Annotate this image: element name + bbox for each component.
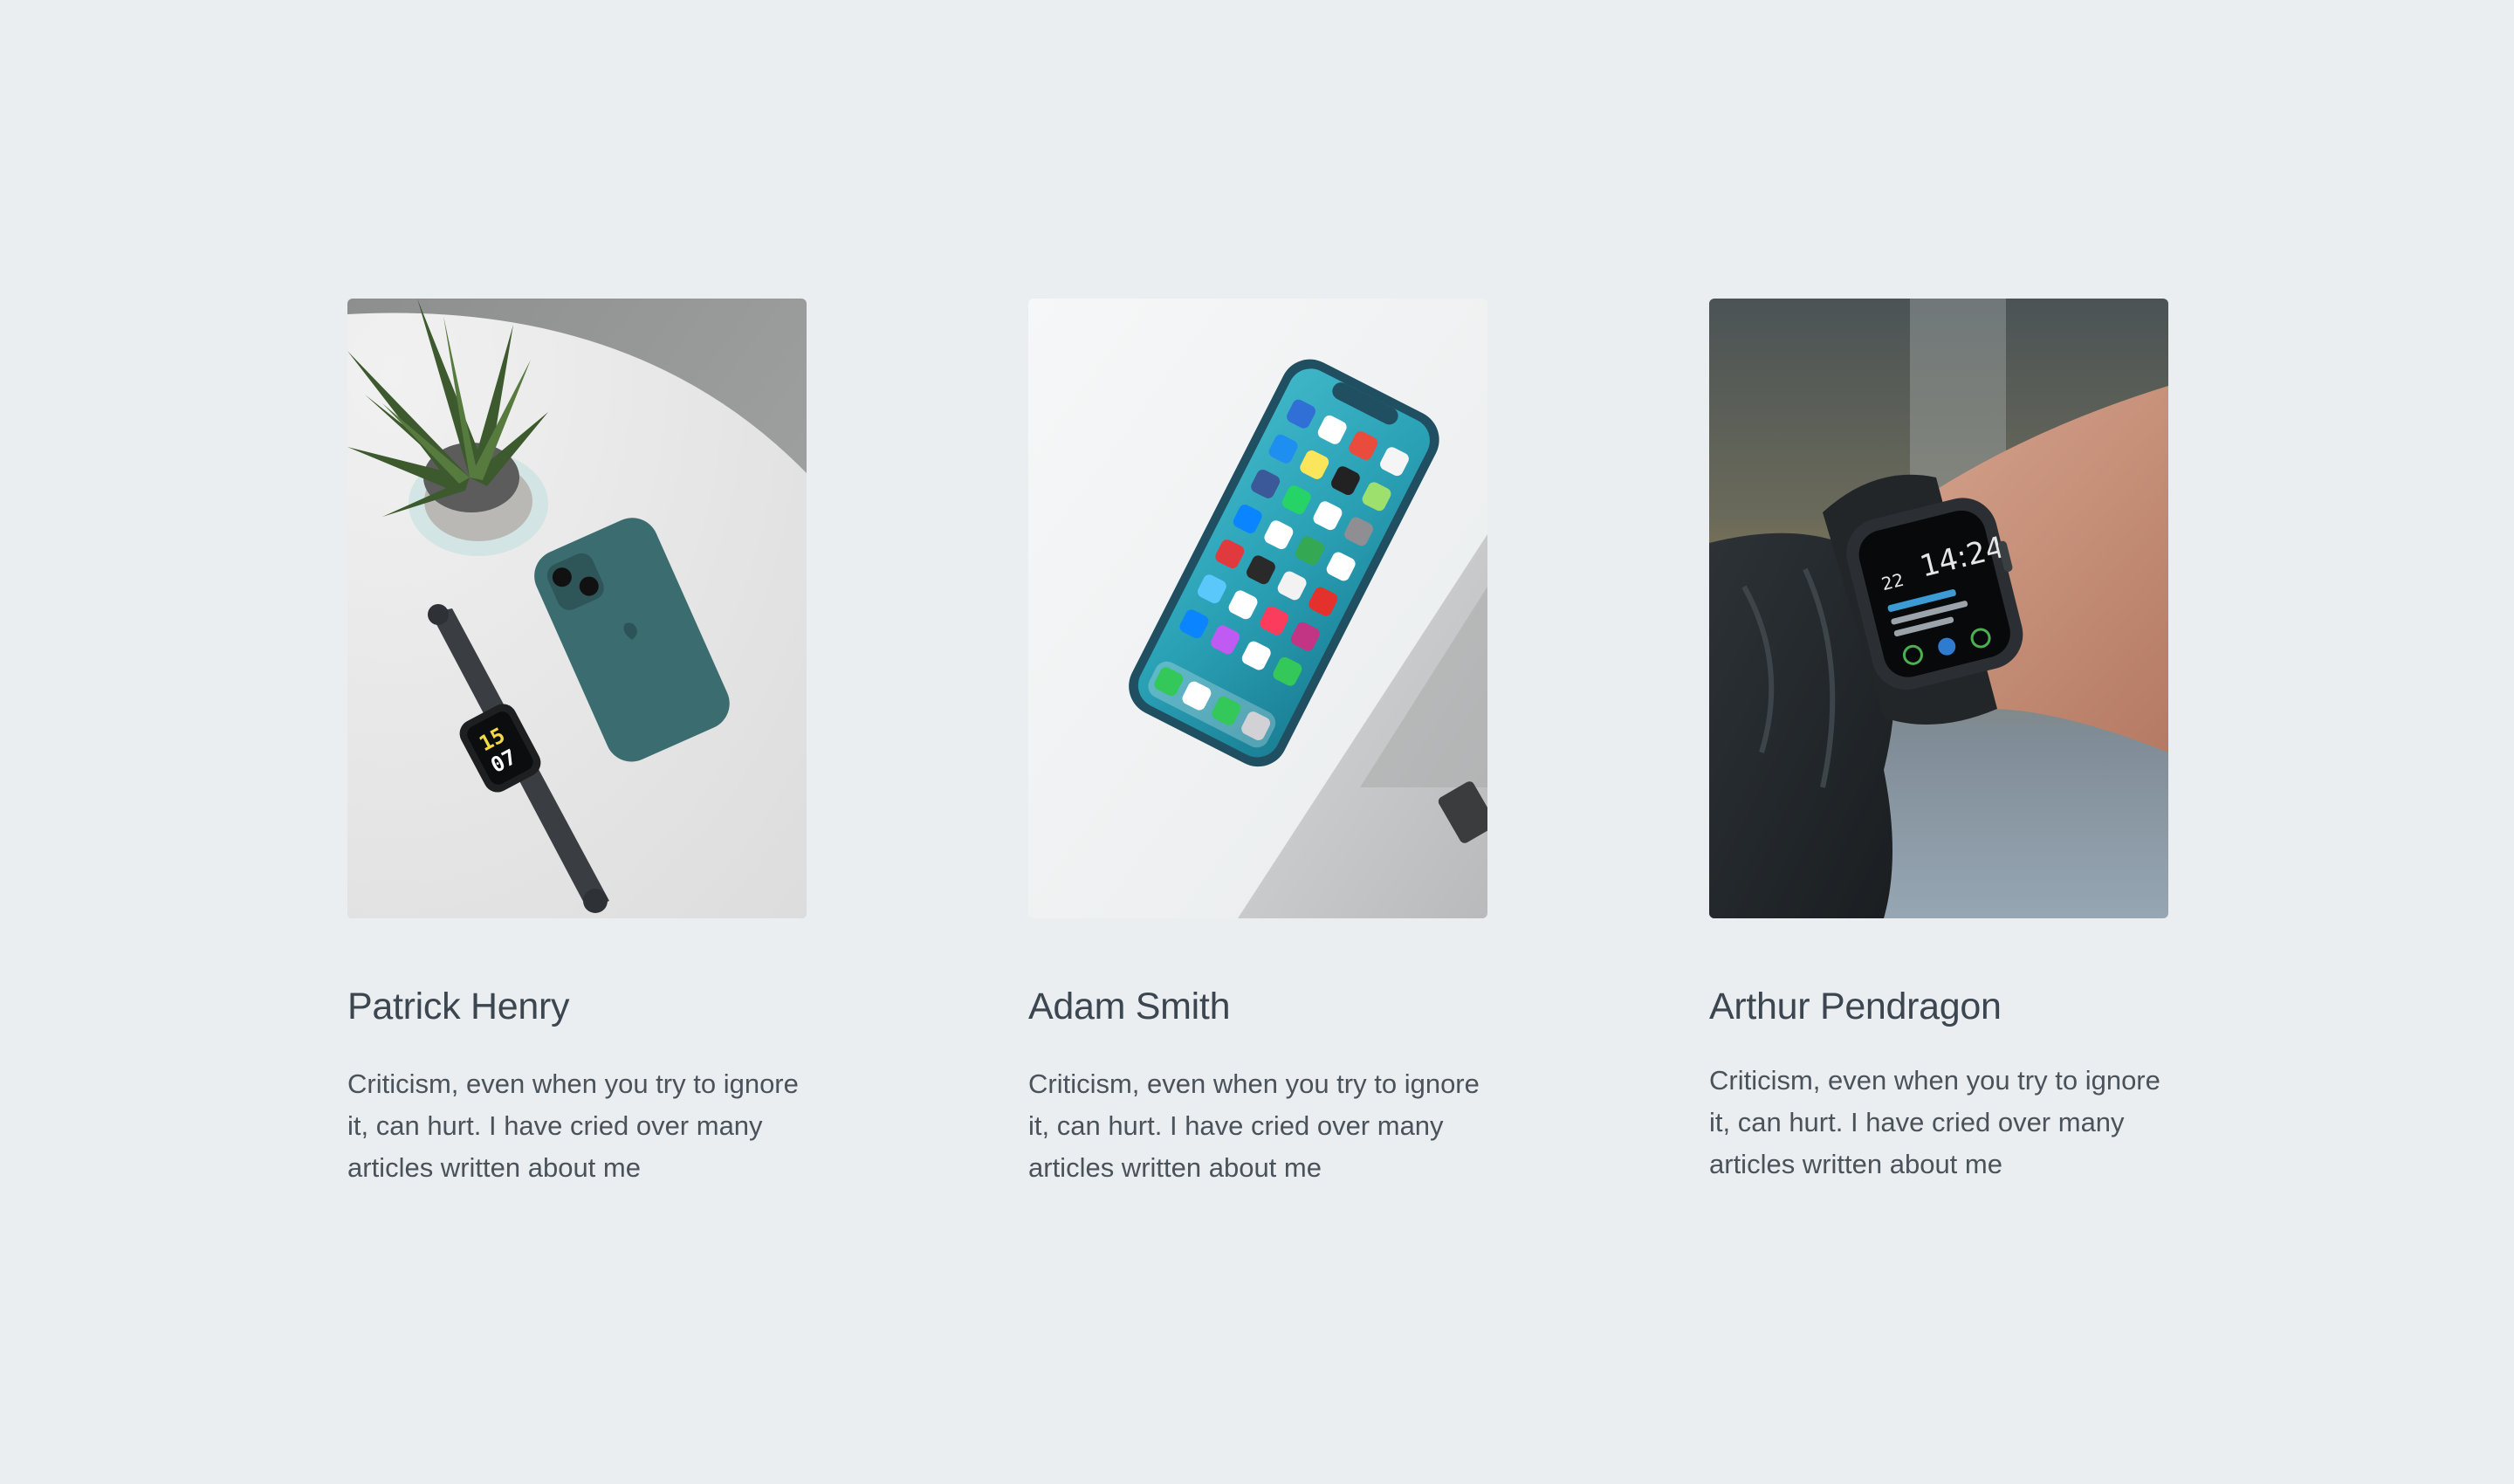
profile-card-1: 15 07 Patrick Henry Criticism, even when… (347, 299, 807, 1189)
page: 15 07 Patrick Henry Criticism, even when… (0, 0, 2514, 1484)
card-title: Patrick Henry (347, 986, 570, 1027)
profile-card-2: Adam Smith Criticism, even when you try … (1028, 299, 1487, 1189)
card-image-smartwatch-wrist: 22 14:24 (1709, 299, 2168, 918)
card-title: Adam Smith (1028, 986, 1231, 1027)
card-image-watch-phone-plant: 15 07 (347, 299, 807, 918)
card-description: Criticism, even when you try to ignore i… (347, 1068, 799, 1183)
card-title: Arthur Pendragon (1709, 986, 2002, 1027)
profile-card-3: 22 14:24 Arthur Pendragon Criticism, eve… (1709, 299, 2168, 1189)
card-description: Criticism, even when you try to ignore i… (1028, 1068, 1480, 1183)
card-grid: 15 07 Patrick Henry Criticism, even when… (347, 299, 2168, 1189)
card-description: Criticism, even when you try to ignore i… (1709, 1064, 2160, 1179)
card-image-smartphone (1028, 299, 1487, 918)
